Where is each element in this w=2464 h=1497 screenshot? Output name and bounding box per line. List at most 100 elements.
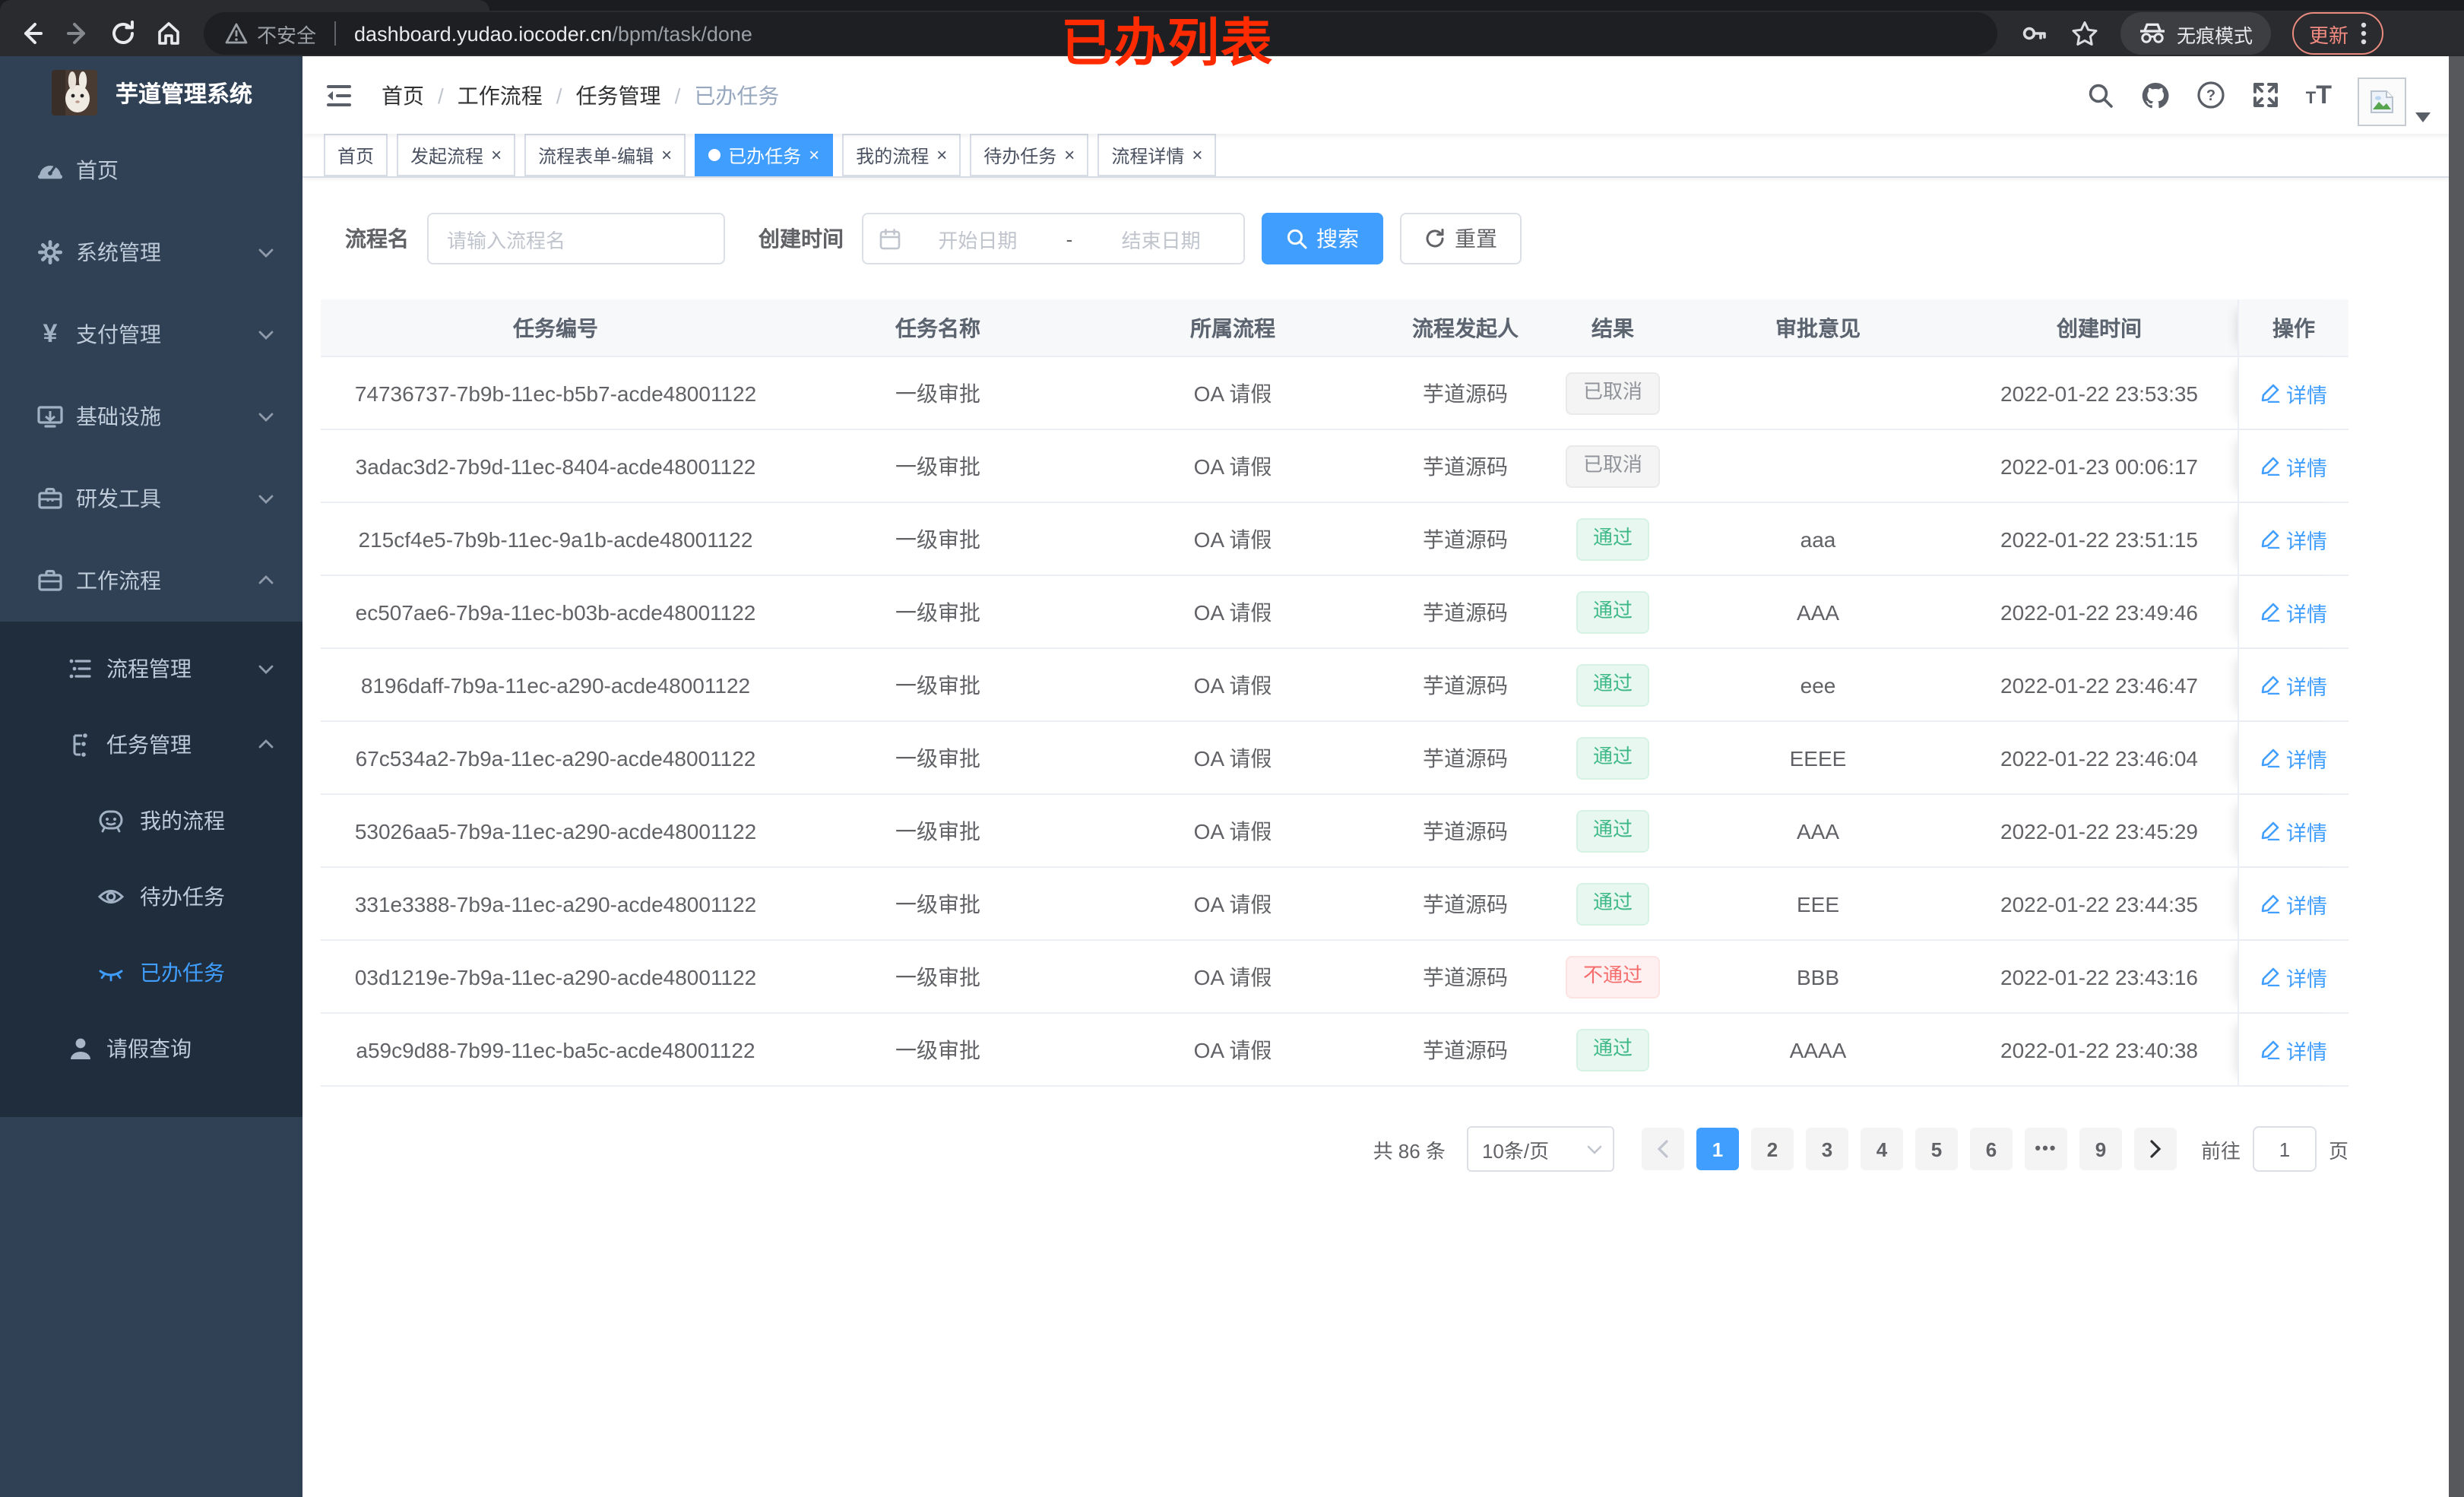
pagination: 共 86 条 10条/页 1 2 3 4 5 6 ••• 9 前往 1 页 (321, 1126, 2348, 1172)
page-button-9[interactable]: 9 (2079, 1128, 2122, 1170)
browser-menu-dots-icon[interactable] (2361, 21, 2367, 46)
close-icon[interactable]: × (491, 146, 502, 164)
security-label[interactable]: 不安全 (257, 19, 316, 48)
tags-view-bar: 首页 发起流程 × 流程表单-编辑 × 已办任务 × 我的流程 × 待办任务 × 流程详情… (302, 134, 2464, 178)
table-row: ec507ae6-7b9a-11ec-b03b-acde48001122 一级审… (321, 576, 2348, 649)
detail-link[interactable]: 详情 (2260, 1034, 2327, 1065)
result-tag: 通过 (1576, 663, 1649, 706)
sidebar-item-infra[interactable]: 基础设施 (0, 375, 302, 457)
page-size-select[interactable]: 10条/页 (1466, 1126, 1614, 1172)
sidebar-item-my-process[interactable]: 我的流程 (0, 783, 302, 859)
tab-my-process[interactable]: 我的流程 × (842, 134, 961, 176)
bookmark-star-icon[interactable] (2070, 19, 2099, 48)
sidebar-item-system[interactable]: 系统管理 (0, 211, 302, 293)
detail-link[interactable]: 详情 (2260, 378, 2327, 408)
result-tag: 已取消 (1566, 372, 1659, 414)
sidebar-item-workflow[interactable]: 工作流程 (0, 540, 302, 622)
tab-process-detail[interactable]: 流程详情 × (1097, 134, 1217, 176)
detail-link[interactable]: 详情 (2260, 451, 2327, 481)
help-icon[interactable]: ? (2196, 81, 2225, 109)
table-row: 3adac3d2-7b9d-11ec-8404-acde48001122 一级审… (321, 430, 2348, 503)
prev-page-button[interactable] (1641, 1128, 1684, 1170)
avatar[interactable] (2358, 77, 2406, 125)
sidebar-item-done-tasks[interactable]: 已办任务 (0, 935, 302, 1011)
search-button[interactable]: 搜索 (1262, 213, 1383, 264)
tab-done-tasks[interactable]: 已办任务 × (695, 134, 834, 176)
detail-link[interactable]: 详情 (2260, 669, 2327, 700)
page-button-6[interactable]: 6 (1969, 1128, 2013, 1170)
table-row: 74736737-7b9b-11ec-b5b7-acde48001122 一级审… (321, 357, 2348, 430)
update-button[interactable]: 更新 (2292, 12, 2384, 55)
detail-link[interactable]: 详情 (2260, 742, 2327, 773)
table-row: 03d1219e-7b9a-11ec-a290-acde48001122 一级审… (321, 941, 2348, 1014)
font-size-icon[interactable]: TT (2306, 82, 2332, 108)
github-icon[interactable] (2140, 80, 2171, 110)
close-icon[interactable]: × (1064, 146, 1075, 164)
end-date-placeholder[interactable]: 结束日期 (1094, 224, 1228, 253)
password-key-icon[interactable] (2019, 18, 2049, 49)
sidebar-item-todo-tasks[interactable]: 待办任务 (0, 859, 302, 935)
detail-link[interactable]: 详情 (2260, 888, 2327, 919)
detail-link[interactable]: 详情 (2260, 524, 2327, 554)
page-ellipsis[interactable]: ••• (2024, 1128, 2067, 1170)
breadcrumb-home[interactable]: 首页 (382, 80, 424, 110)
sidebar-item-label: 待办任务 (140, 885, 225, 909)
date-range-input[interactable]: 开始日期 - 结束日期 (862, 213, 1245, 264)
breadcrumb-workflow[interactable]: 工作流程 (458, 80, 543, 110)
sidebar-item-home[interactable]: 首页 (0, 129, 302, 211)
sidebar-item-payment[interactable]: ¥ 支付管理 (0, 293, 302, 375)
detail-link[interactable]: 详情 (2260, 815, 2327, 846)
avatar-wrap[interactable] (2358, 65, 2431, 125)
svg-text:?: ? (2206, 87, 2215, 104)
sidebar-item-leave-query[interactable]: 请假查询 (0, 1011, 302, 1087)
goto-page-input[interactable]: 1 (2252, 1126, 2317, 1172)
sidebar-item-task-mgmt[interactable]: 任务管理 (0, 707, 302, 783)
url-text[interactable]: dashboard.yudao.iocoder.cn/bpm/task/done (354, 22, 752, 45)
detail-link[interactable]: 详情 (2260, 961, 2327, 992)
sidebar-item-process-mgmt[interactable]: 流程管理 (0, 631, 302, 707)
monitor-icon (36, 403, 64, 430)
close-icon[interactable]: × (661, 146, 672, 164)
reload-button[interactable] (100, 12, 146, 55)
tab-start-process[interactable]: 发起流程 × (397, 134, 516, 176)
edit-icon (2261, 821, 2280, 840)
process-name-input[interactable]: 请输入流程名 (427, 213, 725, 264)
sidebar-item-devtools[interactable]: 研发工具 (0, 457, 302, 540)
fullscreen-icon[interactable] (2251, 81, 2280, 109)
next-page-button[interactable] (2133, 1128, 2177, 1170)
page-button-2[interactable]: 2 (1750, 1128, 1794, 1170)
table-row: 53026aa5-7b9a-11ec-a290-acde48001122 一级审… (321, 795, 2348, 868)
security-warning-icon[interactable] (225, 23, 248, 44)
close-icon[interactable]: × (809, 146, 819, 164)
page-button-1[interactable]: 1 (1696, 1128, 1739, 1170)
window-scrollbar[interactable] (2449, 56, 2464, 1497)
chevron-down-icon (257, 660, 275, 678)
close-icon[interactable]: × (1192, 146, 1202, 164)
search-icon[interactable] (2087, 81, 2114, 109)
chevron-down-icon (1587, 1144, 1602, 1154)
app-logo-row[interactable]: 芋道管理系统 (0, 56, 302, 129)
start-date-placeholder[interactable]: 开始日期 (911, 224, 1045, 253)
close-icon[interactable]: × (936, 146, 947, 164)
page-button-5[interactable]: 5 (1915, 1128, 1958, 1170)
sidebar-fold-icon[interactable] (324, 80, 354, 110)
breadcrumb-current: 已办任务 (694, 83, 780, 107)
caret-down-icon[interactable] (2415, 112, 2431, 125)
back-button[interactable] (9, 12, 55, 55)
tab-home[interactable]: 首页 (324, 134, 388, 176)
tab-todo-tasks[interactable]: 待办任务 × (970, 134, 1089, 176)
edit-icon (2261, 603, 2280, 622)
active-dot (708, 149, 721, 161)
result-tag: 通过 (1576, 736, 1649, 779)
browser-active-tab[interactable] (0, 0, 489, 11)
goto-label: 前往 (2200, 1139, 2241, 1162)
detail-link[interactable]: 详情 (2260, 597, 2327, 627)
page-button-3[interactable]: 3 (1805, 1128, 1848, 1170)
page-button-4[interactable]: 4 (1860, 1128, 1903, 1170)
tab-form-edit[interactable]: 流程表单-编辑 × (524, 134, 686, 176)
reset-button[interactable]: 重置 (1400, 213, 1522, 264)
breadcrumb-task-mgmt[interactable]: 任务管理 (576, 80, 661, 110)
home-button[interactable] (146, 12, 192, 55)
sidebar: 芋道管理系统 首页 系统管理 ¥ 支付管理 基础设施 研发工具 工作流程 流程管… (0, 56, 302, 1497)
forward-button[interactable] (55, 12, 100, 55)
